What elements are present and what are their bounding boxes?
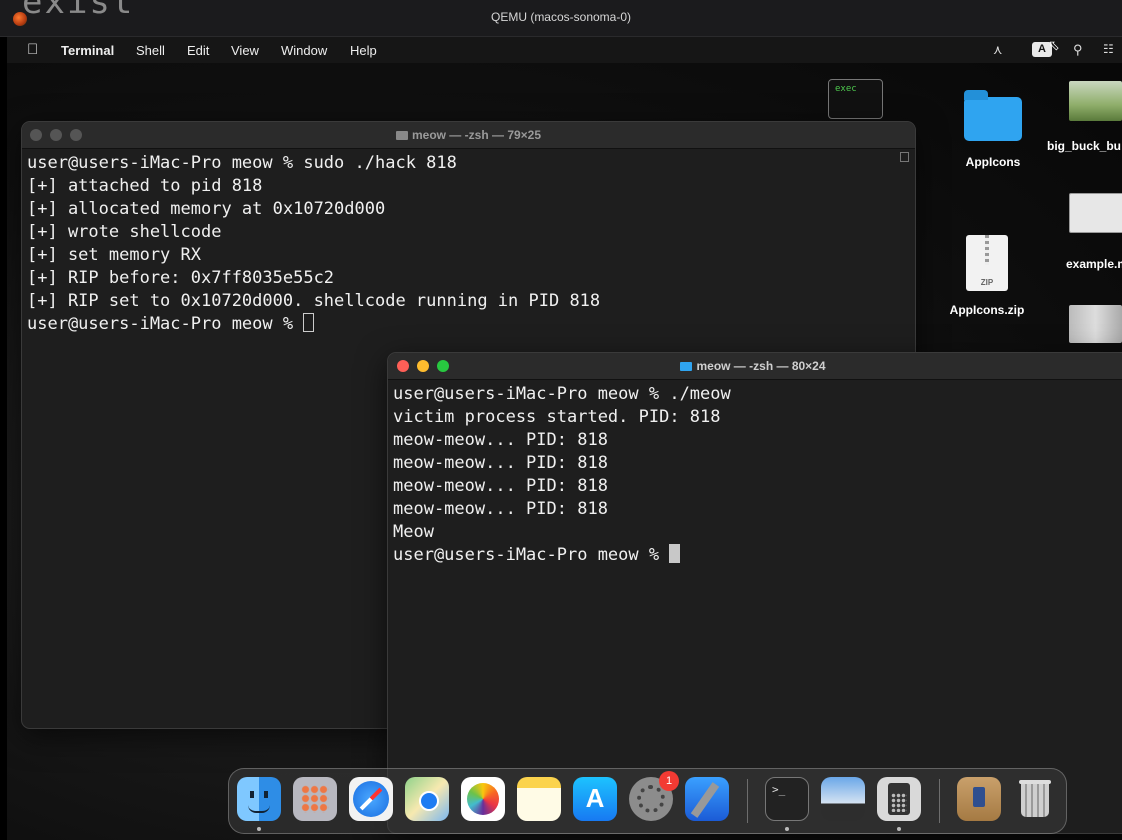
qemu-title-bar: exist QEMU (macos-sonoma-0) [0,0,1122,37]
terminal-title-bar[interactable]: meow — -zsh — 79×25 [22,122,915,149]
system-settings-icon[interactable]: 1 [629,771,679,821]
desktop-icon-appicons[interactable]: AppIcons [957,90,1029,169]
scrollbar-thumb[interactable] [900,152,909,162]
desktop-icon-label: example.m [1065,257,1122,271]
terminal-icon[interactable]: >_ [765,777,809,821]
desktop-icon-appicons-zip[interactable]: ZIP AppIcons.zip [937,235,1037,317]
terminal-title-bar[interactable]: meow — -zsh — 80×24 [388,353,1122,380]
menu-shell[interactable]: Shell [136,43,165,58]
terminal-window-front[interactable]: meow — -zsh — 80×24 user@users-iMac-Pro … [387,352,1122,834]
text-cursor [303,313,315,332]
spotlight-search-icon[interactable]: ⚲ [1073,42,1083,58]
menu-window[interactable]: Window [281,43,327,58]
terminal-line: Meow [393,522,434,542]
xcode-icon[interactable] [685,777,729,821]
trash-icon[interactable] [1013,777,1057,821]
terminal-line: [+] RIP before: 0x7ff8035e55c2 [27,268,335,288]
mouse-cursor-icon: ⬁ [1048,37,1060,53]
menu-bar:  Terminal Shell Edit View Window Help ⋏… [7,37,1122,63]
terminal-line: [+] allocated memory at 0x10720d000 [27,199,386,219]
terminal-line: victim process started. PID: 818 [393,407,721,427]
running-indicator [897,827,901,831]
document-thumbnail [1069,193,1122,233]
folder-icon [680,362,693,371]
zip-badge: ZIP [980,278,994,287]
archive-utility-icon[interactable] [957,777,1001,821]
desktop-icon-label: big_buck_bu mp4 [1046,139,1122,153]
terminal-output[interactable]: user@users-iMac-Pro meow % sudo ./hack 8… [22,149,915,336]
dock-separator [747,779,748,823]
terminal-line: meow-meow... PID: 818 [393,430,608,450]
desktop-icon-label: AppIcons.zip [949,303,1025,317]
preview-icon[interactable] [821,777,865,821]
launchpad-icon[interactable] [293,777,337,821]
notification-badge: 1 [659,771,679,791]
desktop-icon-big-buck-bunny[interactable]: big_buck_bu mp4 [1043,81,1122,154]
terminal-line: meow-meow... PID: 818 [393,453,608,473]
terminal-line: [+] set memory RX [27,245,201,265]
terminal-title: meow — -zsh — 79×25 [411,128,542,142]
terminal-prompt: user@users-iMac-Pro meow % [393,545,670,565]
finder-icon[interactable] [237,777,281,821]
exec-label: exec [835,84,857,94]
guest-screen:  Terminal Shell Edit View Window Help ⋏… [7,37,1122,840]
calculator-icon[interactable] [877,777,921,821]
running-indicator [257,827,261,831]
file-thumbnail[interactable] [1069,305,1122,343]
dock: A 1 >_ [228,768,1067,834]
wifi-icon[interactable]: ⋏ [993,42,1003,58]
notes-icon[interactable] [517,777,561,821]
qemu-window-title: QEMU (macos-sonoma-0) [490,10,632,24]
app-store-icon[interactable]: A [573,777,617,821]
terminal-prompt: user@users-iMac-Pro meow % [27,314,304,334]
exec-window-thumbnail[interactable]: exec [828,79,883,119]
menu-help[interactable]: Help [350,43,377,58]
terminal-line: user@users-iMac-Pro meow % ./meow [393,384,731,404]
running-indicator [785,827,789,831]
control-center-icon[interactable]: ☷ [1103,42,1114,56]
terminal-line: [+] attached to pid 818 [27,176,263,196]
desktop-icon-label: AppIcons [965,155,1021,169]
folder-icon [395,131,408,140]
menu-view[interactable]: View [231,43,259,58]
terminal-line: user@users-iMac-Pro meow % sudo ./hack 8… [27,153,457,173]
terminal-line: meow-meow... PID: 818 [393,499,608,519]
photos-icon[interactable] [461,777,505,821]
terminal-output[interactable]: user@users-iMac-Pro meow % ./meow victim … [388,380,1122,567]
safari-icon[interactable] [349,777,393,821]
terminal-line: meow-meow... PID: 818 [393,476,608,496]
terminal-line: [+] RIP set to 0x10720d000. shellcode ru… [27,291,601,311]
menu-edit[interactable]: Edit [187,43,209,58]
terminal-line: [+] wrote shellcode [27,222,222,242]
desktop-icon-example[interactable]: example.m [1057,193,1122,271]
maps-icon[interactable] [405,777,449,821]
terminal-title: meow — -zsh — 80×24 [696,359,826,373]
dock-separator [939,779,940,823]
menu-app-name[interactable]: Terminal [61,43,114,58]
zip-file-icon: ZIP [966,235,1008,291]
video-thumbnail [1069,81,1122,121]
text-cursor [669,544,681,563]
apple-menu-icon[interactable]:  [27,41,38,58]
folder-icon [964,90,1022,141]
